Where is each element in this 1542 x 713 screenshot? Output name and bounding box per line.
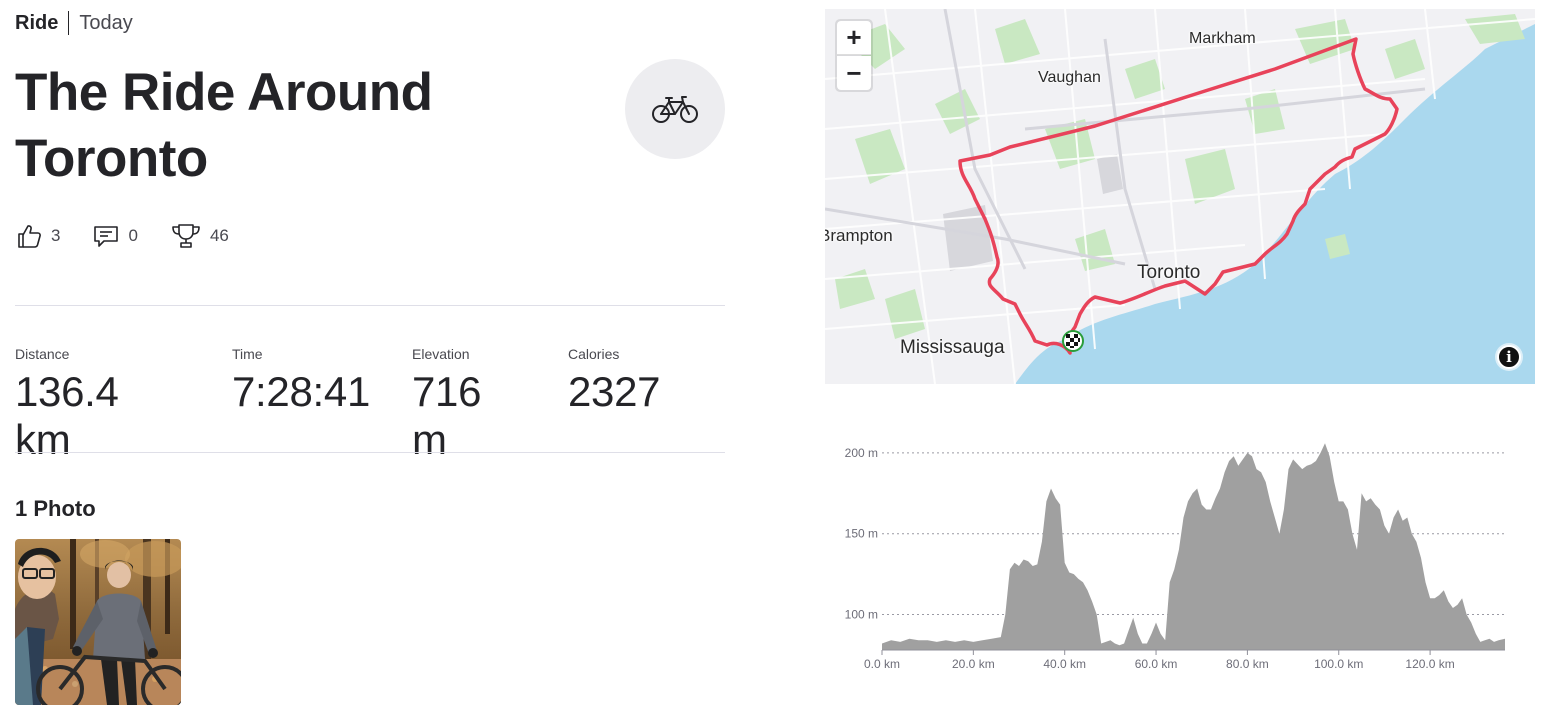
- stat-elevation: Elevation 716 m: [412, 346, 481, 464]
- route-map[interactable]: Markham Vaughan Brampton Toronto Mississ…: [825, 9, 1535, 384]
- kudos-count: 3: [51, 226, 61, 245]
- x-tick-label: 120.0 km: [1405, 657, 1454, 671]
- achievements-button[interactable]: 46: [170, 222, 229, 250]
- trophy-icon: [172, 224, 200, 248]
- activity-title: The Ride Around Toronto: [15, 63, 433, 188]
- x-tick-label: 20.0 km: [952, 657, 995, 671]
- photos-title: 1 Photo: [15, 496, 96, 521]
- stat-value: 2327: [568, 368, 661, 415]
- y-axis-ticks: 100 m 150 m 200 m: [845, 446, 878, 622]
- map-label-toronto: Toronto: [1137, 262, 1201, 283]
- stat-label: Time: [232, 346, 263, 362]
- stat-value: 136.4 km: [15, 368, 119, 463]
- kudos-button[interactable]: 3: [15, 222, 60, 250]
- map-label-markham: Markham: [1189, 30, 1256, 47]
- zoom-in-button[interactable]: +: [837, 21, 871, 55]
- photo-image: [15, 539, 181, 705]
- elevation-area: [882, 443, 1505, 650]
- stat-time: Time 7:28:41: [232, 346, 370, 416]
- info-icon[interactable]: i: [1497, 345, 1521, 369]
- stat-label: Distance: [15, 346, 70, 362]
- stat-calories: Calories 2327: [568, 346, 661, 416]
- map-label-mississauga: Mississauga: [900, 337, 1005, 358]
- finish-marker-icon[interactable]: [1062, 330, 1084, 352]
- elevation-chart[interactable]: 100 m 150 m 200 m 0.0 km 20.0 km 40.0 km 60.0…: [825, 430, 1525, 680]
- divider: [15, 305, 725, 306]
- x-tick-label: 60.0 km: [1135, 657, 1178, 671]
- stat-value: 716 m: [412, 368, 482, 463]
- photo-thumbnail[interactable]: [15, 539, 181, 705]
- bicycle-icon: [652, 96, 698, 123]
- x-tick-label: 100.0 km: [1314, 657, 1363, 671]
- social-bar: 3 0 46: [15, 220, 261, 252]
- comments-count: 0: [128, 226, 138, 245]
- map-label-vaughan: Vaughan: [1038, 69, 1101, 86]
- map-canvas[interactable]: [825, 9, 1535, 384]
- x-tick-label: 80.0 km: [1226, 657, 1269, 671]
- y-tick-label: 200 m: [845, 446, 878, 460]
- x-tick-label: 0.0 km: [864, 657, 900, 671]
- comments-button[interactable]: 0: [92, 222, 138, 250]
- map-label-brampton: Brampton: [825, 226, 893, 245]
- zoom-out-button[interactable]: −: [837, 56, 871, 90]
- x-axis-ticks: 0.0 km 20.0 km 40.0 km 60.0 km 80.0 km 100.0 …: [864, 650, 1455, 671]
- stat-label: Calories: [568, 346, 620, 362]
- stat-distance: Distance 136.4 km: [15, 346, 119, 464]
- divider: [15, 452, 725, 453]
- comment-icon: [94, 226, 119, 247]
- thumbs-up-icon: [18, 225, 41, 248]
- header-divider: [68, 11, 70, 35]
- y-tick-label: 150 m: [845, 527, 878, 541]
- stat-label: Elevation: [412, 346, 470, 362]
- activity-header: Ride Today: [15, 10, 133, 36]
- y-tick-label: 100 m: [845, 607, 878, 621]
- stat-value: 7:28:41: [232, 368, 371, 415]
- activity-type: Ride: [15, 11, 59, 34]
- activity-date: Today: [79, 11, 133, 34]
- achievements-count: 46: [209, 226, 229, 245]
- x-tick-label: 40.0 km: [1043, 657, 1086, 671]
- sport-badge: [625, 59, 725, 159]
